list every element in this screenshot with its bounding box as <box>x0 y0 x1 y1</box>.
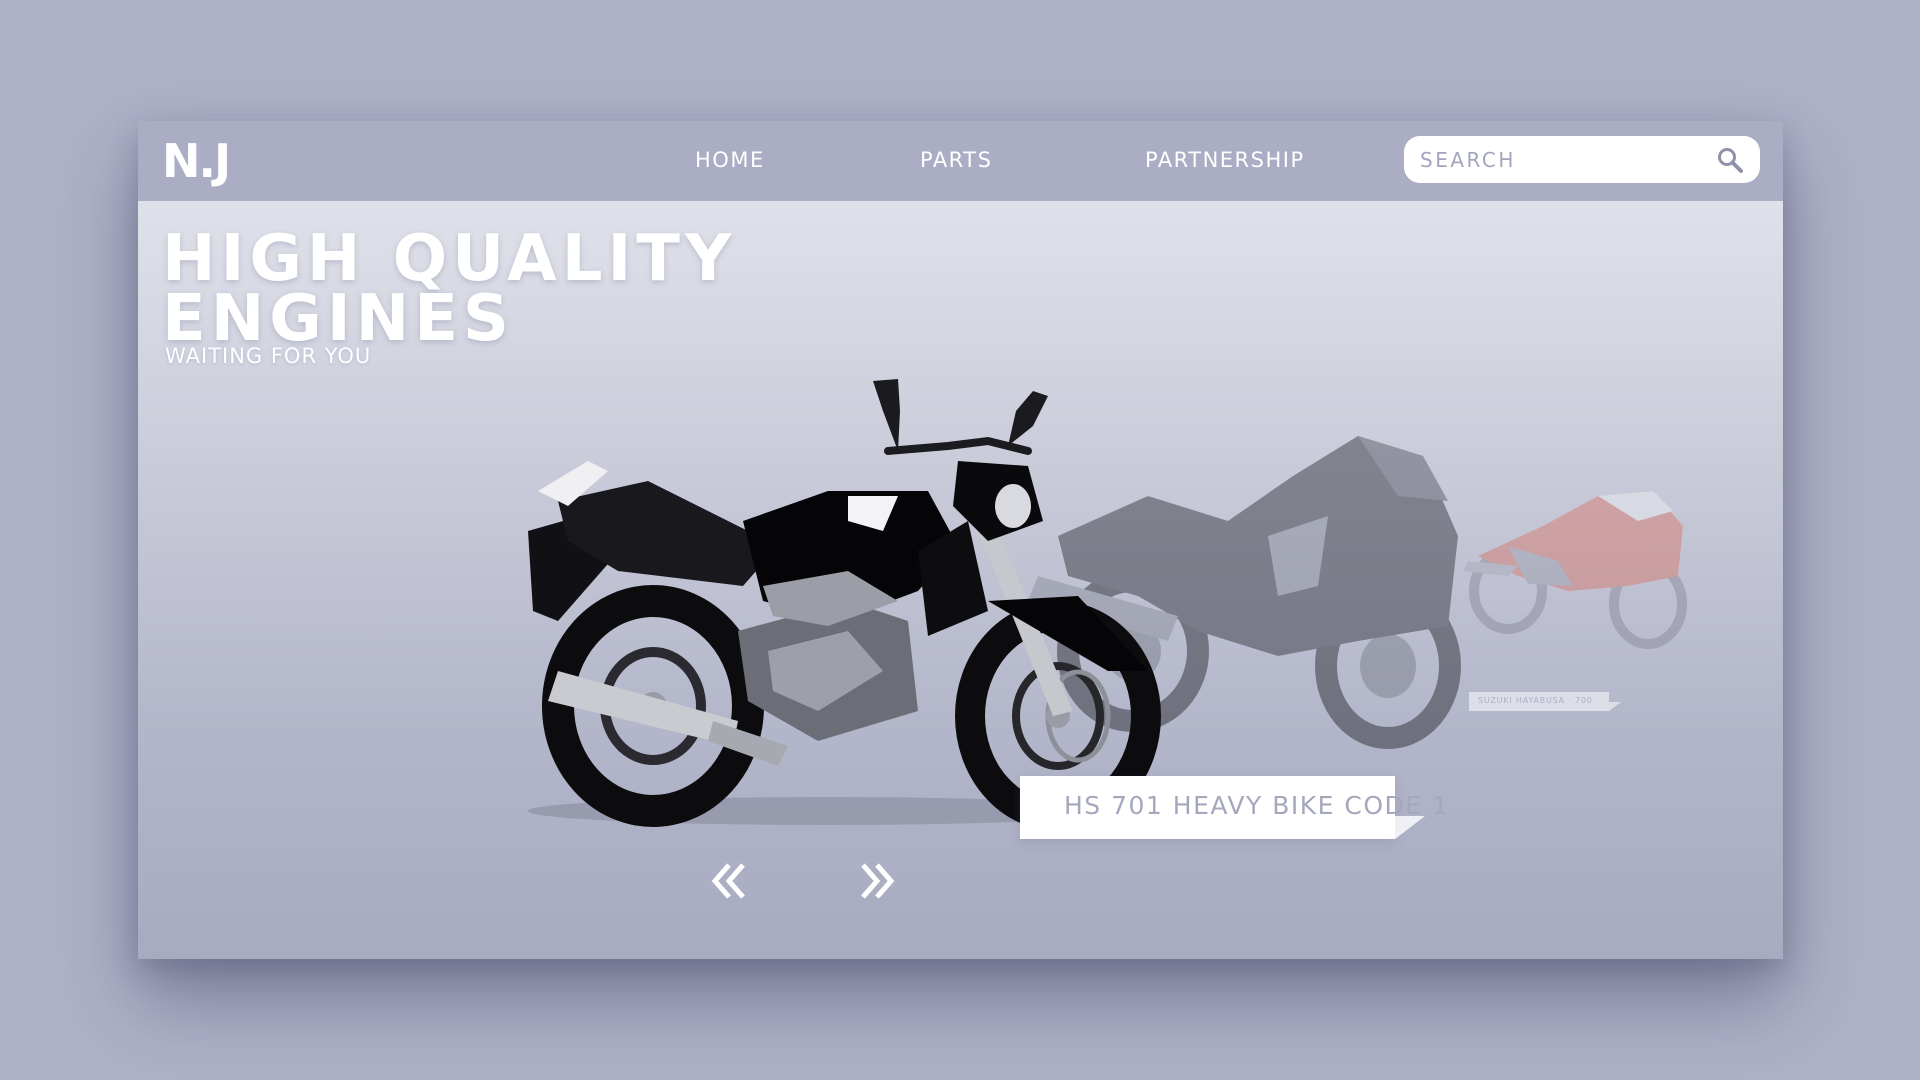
top-navbar: N.J HOME PARTS PARTNERSHIP <box>138 121 1783 201</box>
nav-link-partnership[interactable]: PARTNERSHIP <box>1145 148 1305 172</box>
featured-bike-label-text: HS 701 HEAVY BIKE CODE 1 <box>1064 791 1450 820</box>
brand-logo[interactable]: N.J <box>162 138 262 184</box>
label-fold-corner <box>1609 702 1621 711</box>
hero-subheadline: WAITING FOR YOU <box>165 344 372 368</box>
hero-headline: HIGH QUALITY ENGINES <box>162 222 737 356</box>
search-input[interactable] <box>1418 144 1702 176</box>
hero-headline-line-2: ENGINES <box>162 282 514 356</box>
bike-label-secondary: SUZUKI HAYABUSA · 700 <box>1469 692 1621 711</box>
label-fold-corner <box>1395 816 1425 839</box>
motorcycle-featured-image[interactable] <box>488 371 1168 831</box>
search-box <box>1404 136 1760 183</box>
double-chevron-right-icon[interactable] <box>857 861 897 901</box>
double-chevron-left-icon[interactable] <box>709 861 749 901</box>
search-icon[interactable] <box>1716 146 1744 174</box>
bike-label-secondary-text: SUZUKI HAYABUSA · 700 <box>1478 696 1593 705</box>
hero-headline-line-1: HIGH QUALITY <box>162 222 737 296</box>
site-window: N.J HOME PARTS PARTNERSHIP HIGH QUALITY … <box>138 121 1783 959</box>
hero-banner: HIGH QUALITY ENGINES WAITING FOR YOU SUZ… <box>138 201 1783 959</box>
nav-link-home[interactable]: HOME <box>695 148 765 172</box>
featured-bike-label[interactable]: HS 701 HEAVY BIKE CODE 1 <box>1020 776 1448 839</box>
nav-link-parts[interactable]: PARTS <box>920 148 992 172</box>
